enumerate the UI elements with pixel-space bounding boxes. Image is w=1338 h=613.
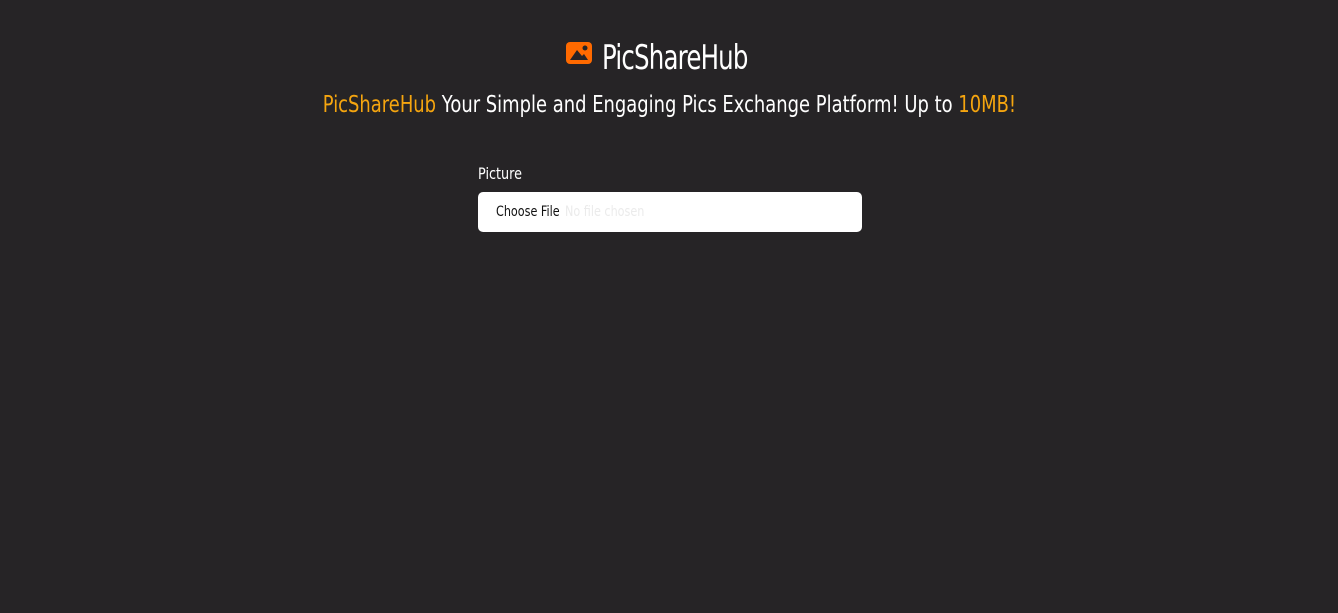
tagline: PicShareHub Your Simple and Engaging Pic… [0, 92, 1338, 118]
tagline-text: Your Simple and Engaging Pics Exchange P… [435, 92, 958, 118]
brand-title: PicShareHub [602, 38, 748, 78]
picture-file-input[interactable]: Choose File No file chosen [478, 192, 862, 232]
page: PicShareHub PicShareHub Your Simple and … [0, 0, 1338, 613]
picture-label: Picture [478, 164, 523, 183]
image-icon [566, 42, 592, 64]
brand-header: PicShareHub [0, 38, 1338, 78]
tagline-brand: PicShareHub [322, 92, 436, 118]
tagline-size-limit: 10MB! [957, 92, 1016, 118]
file-status-text: No file chosen [565, 204, 645, 220]
choose-file-button[interactable]: Choose File [496, 204, 560, 220]
